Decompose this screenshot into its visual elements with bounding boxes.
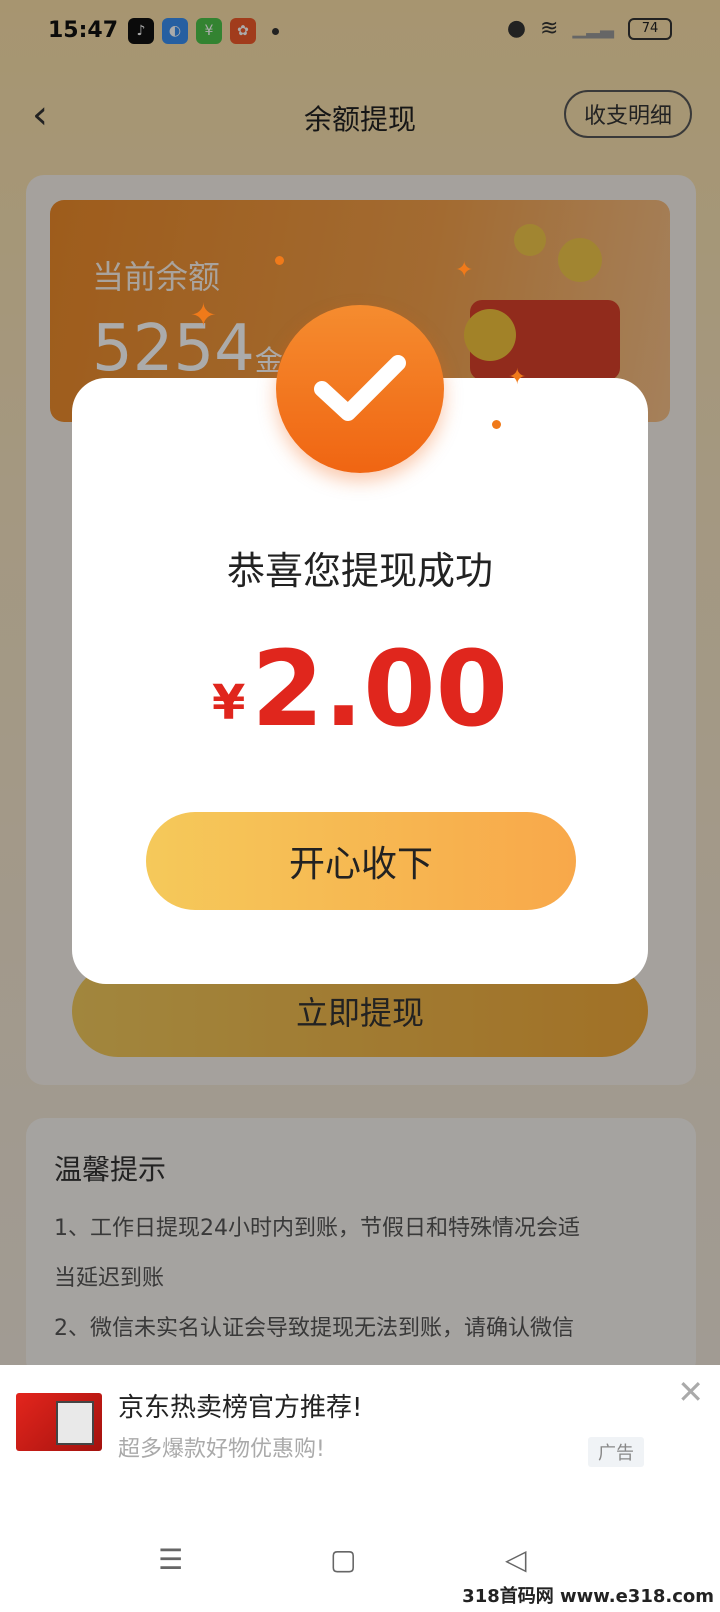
ad-title[interactable]: 京东热卖榜官方推荐!	[118, 1387, 362, 1424]
sparkle-icon: ✦	[190, 296, 217, 334]
withdraw-amount: ¥2.00	[72, 628, 648, 750]
ad-subtitle[interactable]: 超多爆款好物优惠购!	[118, 1431, 325, 1463]
check-icon	[276, 305, 444, 473]
sparkle-dot-icon	[492, 420, 501, 429]
accept-button[interactable]: 开心收下	[146, 812, 576, 910]
close-icon[interactable]: ✕	[677, 1373, 704, 1411]
sparkle-icon: ✦	[508, 365, 527, 390]
sparkle-dot-icon	[275, 256, 284, 265]
currency-symbol: ¥	[211, 675, 246, 731]
menu-icon[interactable]: ☰	[158, 1543, 183, 1576]
ad-badge: 广告	[588, 1437, 644, 1467]
amount-value: 2.00	[251, 628, 508, 750]
back-icon[interactable]: ◁	[505, 1543, 527, 1576]
watermark: 318首码网 www.e318.com	[462, 1586, 714, 1607]
ad-image[interactable]	[16, 1393, 102, 1451]
home-icon[interactable]: ▢	[330, 1543, 356, 1576]
dialog-title: 恭喜您提现成功	[226, 549, 493, 593]
sparkle-icon: ✦	[455, 258, 474, 283]
